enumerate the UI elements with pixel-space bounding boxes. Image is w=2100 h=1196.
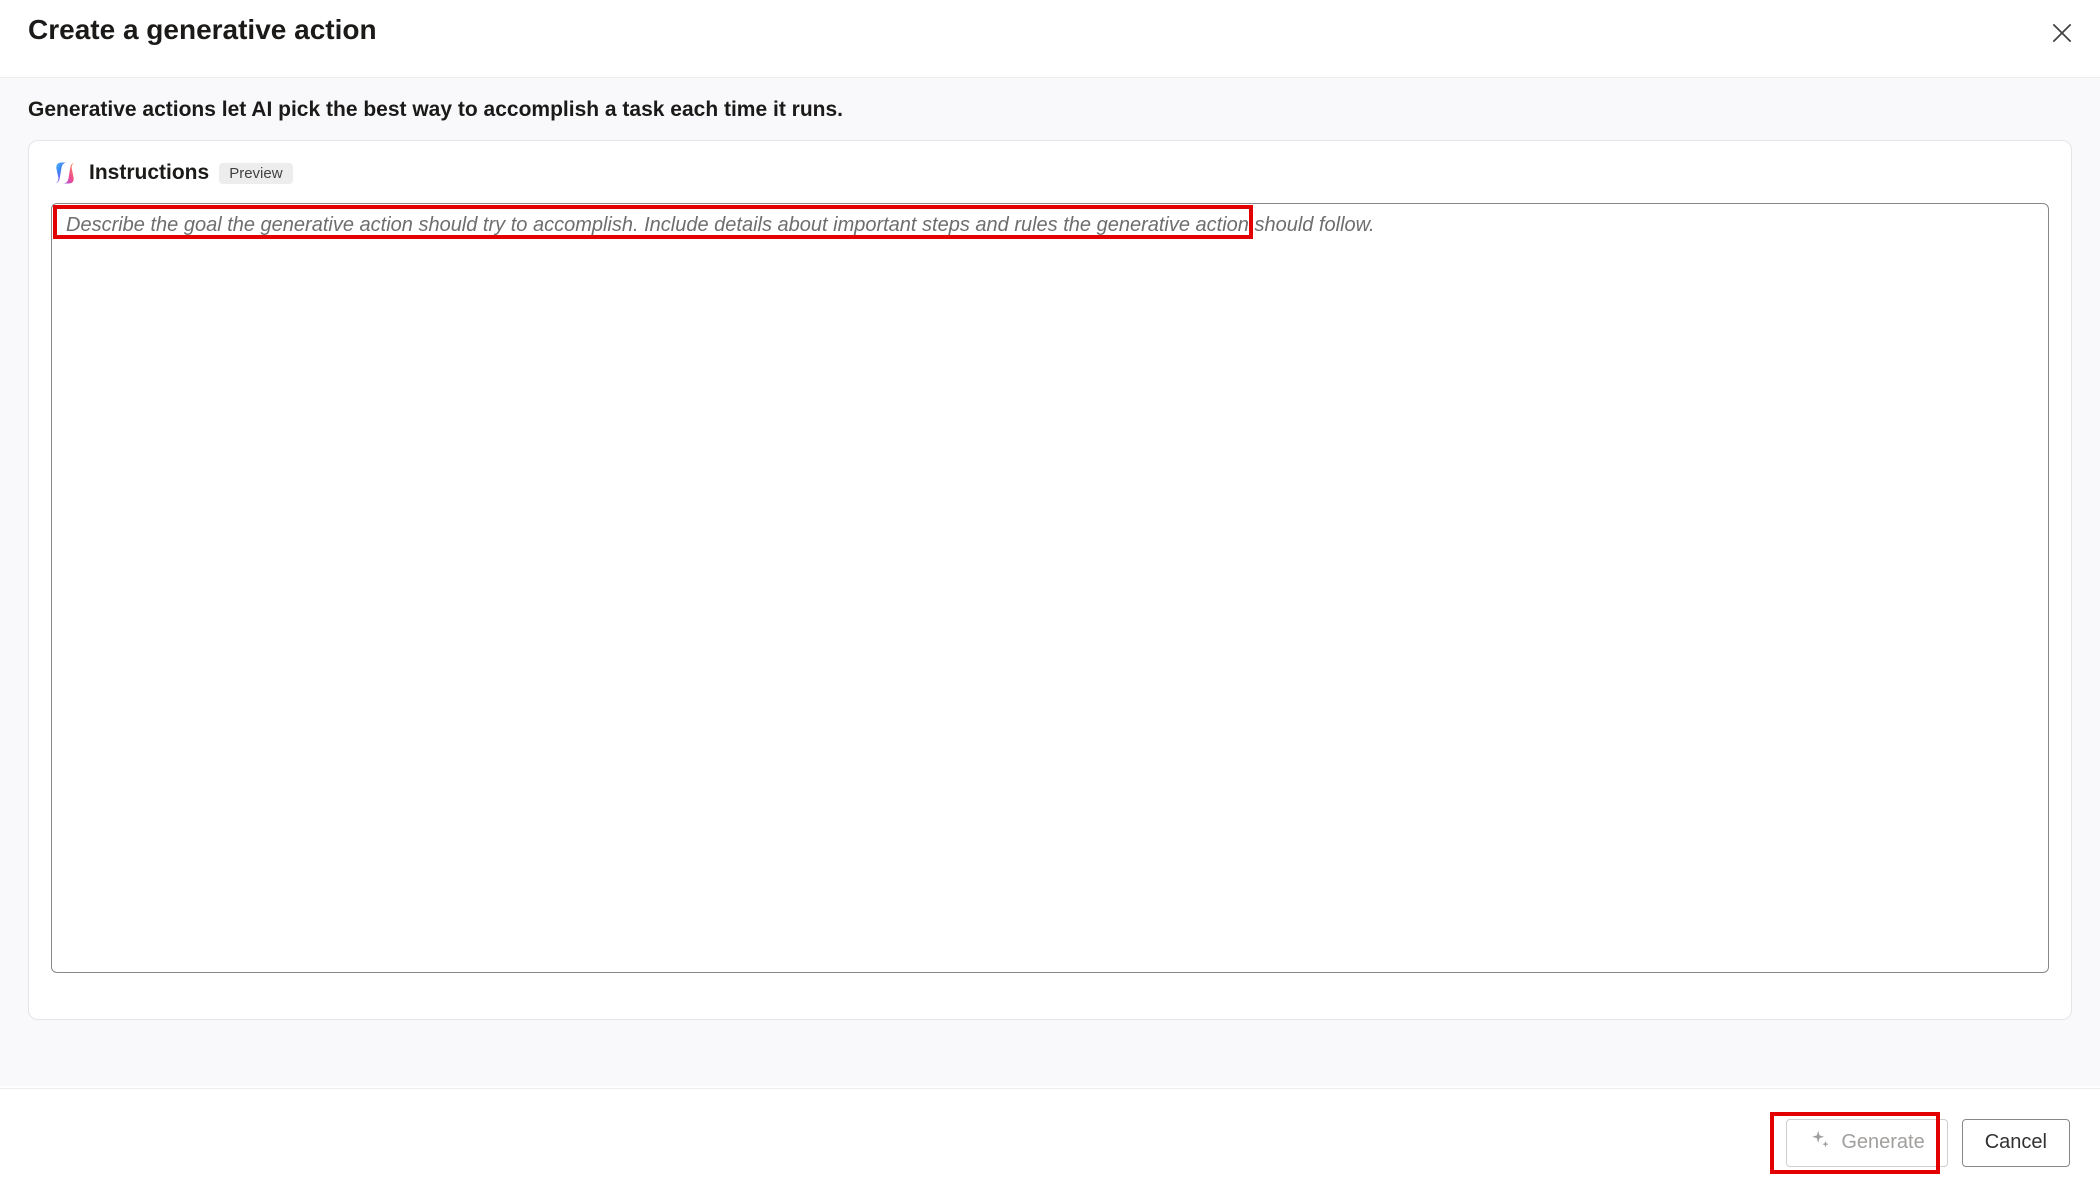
dialog-description: Generative actions let AI pick the best … — [28, 78, 2072, 140]
cancel-button[interactable]: Cancel — [1962, 1119, 2070, 1167]
cancel-button-label: Cancel — [1985, 1131, 2047, 1154]
close-button[interactable] — [2040, 12, 2084, 56]
close-icon — [2049, 34, 2075, 49]
instructions-card-header: Instructions Preview — [51, 159, 2049, 187]
instructions-textarea-wrap — [51, 203, 2049, 978]
instructions-card: Instructions Preview — [28, 140, 2072, 1020]
instructions-textarea[interactable] — [51, 203, 2049, 973]
dialog-title: Create a generative action — [28, 14, 377, 46]
generate-button-label: Generate — [1841, 1131, 1924, 1154]
dialog-header: Create a generative action — [0, 0, 2100, 78]
preview-badge: Preview — [219, 163, 292, 184]
copilot-icon — [51, 159, 79, 187]
dialog-body: Generative actions let AI pick the best … — [0, 78, 2100, 1086]
sparkle-icon — [1809, 1129, 1831, 1157]
generate-button[interactable]: Generate — [1786, 1119, 1947, 1167]
dialog-footer: Generate Cancel — [0, 1088, 2100, 1196]
instructions-label: Instructions — [89, 161, 209, 185]
